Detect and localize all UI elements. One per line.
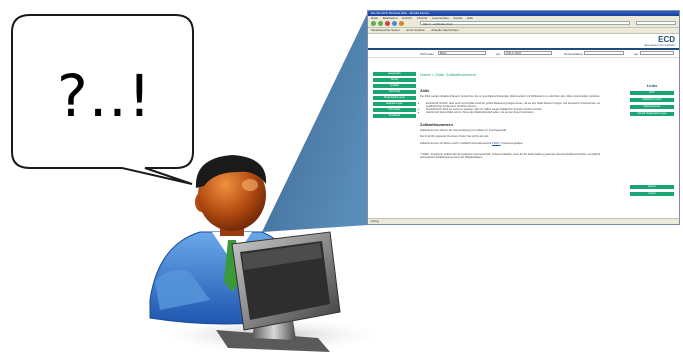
taric-link[interactable]: TARIC*: [492, 142, 501, 145]
address-bar[interactable]: http://...ecd/index.html: [420, 21, 630, 26]
projection-wedge: [262, 12, 368, 232]
field3-label: Nomenclature: [564, 52, 583, 56]
footnote: * TARIC: Integrierter Zolltarif der Euro…: [420, 152, 601, 160]
search-input[interactable]: [636, 21, 676, 25]
bubble-text: ?..!: [57, 62, 152, 130]
field1-label: Tarif-Code: [420, 52, 434, 56]
section-title: Zölle: [420, 88, 430, 93]
sidebar-item[interactable]: Begleitdokumente: [373, 96, 416, 100]
field2-label: per: [496, 52, 501, 56]
page-heading: Home > Zölle, Zolltarifnummern: [420, 72, 477, 77]
sidebar-item[interactable]: Formulare: [373, 108, 416, 112]
logo-sub: European Commission: [644, 43, 675, 47]
sidebar-item[interactable]: Erläuterungen: [373, 102, 416, 106]
browser-window: EU-Tax ECD Mozaica Web - Mozilla Firefox…: [367, 10, 680, 225]
bullet-list: Einfuhrzoll: Einfuhr, aber auch Importzö…: [420, 102, 616, 115]
field4-input[interactable]: [640, 51, 674, 55]
field3-input[interactable]: [584, 51, 624, 55]
main-content: Zölle Die Zölle werden Abgaben/Steuern b…: [420, 81, 616, 163]
paragraph: Zolltarifnummern für Waren sind im Zollt…: [420, 142, 616, 145]
link-button[interactable]: Aktuell: Zollaussetzungen: [630, 112, 674, 116]
links-panel: Links EZT Zolltarifnummern Warennummer A…: [630, 83, 674, 199]
text: Zolltarifnummern für Waren sind im Zollt…: [420, 141, 492, 145]
text: zusammengefasst.: [501, 141, 524, 145]
section-title: Zolltarifnummern: [420, 121, 453, 127]
paragraph: Die Zölle werden Abgaben/Steuern bezeich…: [420, 95, 600, 99]
sidebar-nav: Hauptseite Suche Qualität Sicherheit Beg…: [373, 72, 416, 120]
home-icon[interactable]: [399, 21, 404, 26]
link-button[interactable]: Warennummer: [630, 105, 674, 109]
link-button[interactable]: Import: [630, 192, 674, 196]
sidebar-item[interactable]: Hauptseite: [373, 72, 416, 76]
site-header: ECD European Commission: [368, 34, 679, 50]
status-bar: Fertig: [368, 218, 679, 224]
bookmark-item[interactable]: Meistbesuchte Seiten: [371, 28, 400, 32]
field2-input[interactable]: CW-1-7007: [504, 51, 552, 55]
sidebar-item[interactable]: Feedback: [373, 114, 416, 118]
sidebar-item[interactable]: Suche: [373, 78, 416, 82]
paragraph: Zolltarifnummern dienen der Harmonisieru…: [420, 129, 507, 133]
list-item: Ausfuhrzoll: Exportzölle sind im Sinne d…: [426, 111, 616, 114]
reload-icon[interactable]: [392, 21, 397, 26]
sidebar-item[interactable]: Qualität: [373, 84, 416, 88]
field4-label: per: [634, 52, 639, 56]
forward-icon[interactable]: [378, 21, 383, 26]
link-button[interactable]: EZT: [630, 91, 674, 95]
paragraph: Die für ECD relevanten Nummern finden Si…: [420, 135, 490, 139]
navigation-toolbar: http://...ecd/index.html: [368, 20, 679, 28]
bookmark-item[interactable]: Erste Schritte: [407, 28, 425, 32]
bookmark-item[interactable]: Aktuelle Nachrichten: [431, 28, 459, 32]
stop-icon[interactable]: [385, 21, 390, 26]
link-button[interactable]: Export: [630, 185, 674, 189]
site-logo: ECD European Commission: [645, 36, 675, 47]
field1-input[interactable]: Bulin: [438, 51, 486, 55]
back-icon[interactable]: [371, 21, 376, 26]
links-heading: Links: [646, 83, 658, 88]
link-button[interactable]: Zolltarifnummern: [630, 98, 674, 102]
sidebar-item[interactable]: Sicherheit: [373, 90, 416, 94]
search-form: Tarif-Code Bulin per CW-1-7007 Nomenclat…: [368, 50, 679, 58]
